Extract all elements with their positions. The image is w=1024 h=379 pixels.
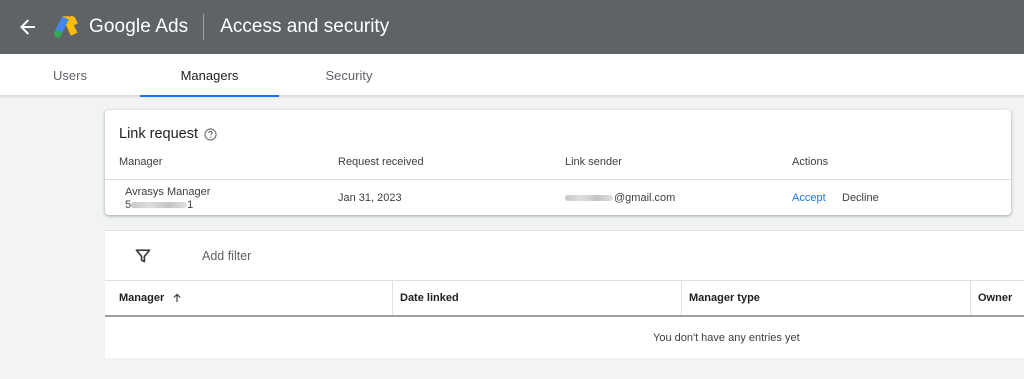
google-ads-logo-icon — [53, 16, 78, 38]
add-filter-button[interactable]: Add filter — [202, 249, 251, 263]
redacted-email-blur — [565, 195, 613, 201]
arrow-left-icon — [20, 19, 35, 35]
column-header-manager: Manager — [119, 156, 163, 168]
column-header-owner[interactable]: Owner — [978, 281, 1012, 315]
tab-security[interactable]: Security — [279, 54, 419, 96]
request-manager-name: Avrasys Manager — [125, 186, 211, 198]
request-received-date: Jan 31, 2023 — [338, 192, 402, 204]
column-divider — [681, 281, 682, 315]
filter-bar: Add filter — [105, 231, 1024, 281]
header-divider — [203, 14, 205, 40]
page-title: Access and security — [220, 16, 390, 37]
managers-table: Add filter Manager Date linked Manager t… — [105, 230, 1024, 358]
tab-users[interactable]: Users — [0, 54, 140, 96]
manager-header-label: Manager — [119, 292, 165, 304]
column-header-date-linked[interactable]: Date linked — [400, 281, 459, 315]
column-header-actions: Actions — [792, 156, 829, 168]
sort-ascending-icon — [173, 293, 181, 302]
app-header: Google Ads Access and security — [0, 0, 1024, 54]
help-circle-icon[interactable] — [204, 127, 217, 141]
accept-button[interactable]: Accept — [792, 192, 826, 204]
link-request-title: Link request — [119, 126, 217, 142]
google-ads-logo[interactable]: Google Ads — [53, 15, 188, 39]
link-request-title-text: Link request — [119, 126, 198, 142]
back-button[interactable] — [18, 17, 38, 37]
link-request-card: Link request Manager Request received Li… — [105, 110, 1011, 215]
card-divider — [105, 179, 1011, 180]
decline-button[interactable]: Decline — [842, 192, 879, 204]
request-manager-id: 5 1 — [125, 199, 193, 211]
filter-icon[interactable] — [135, 248, 151, 264]
tab-managers[interactable]: Managers — [140, 54, 279, 97]
sender-email-suffix: @gmail.com — [614, 192, 676, 204]
link-sender-email: @gmail.com — [565, 192, 675, 204]
column-divider — [392, 281, 393, 315]
brand-name: Google Ads — [89, 16, 189, 37]
column-header-manager-type[interactable]: Manager type — [689, 281, 760, 315]
table-header: Manager Date linked Manager type Owner — [105, 281, 1024, 317]
column-header-request-received: Request received — [338, 156, 424, 168]
empty-state-message: You don't have any entries yet — [105, 332, 1024, 344]
column-header-manager-sortable[interactable]: Manager — [119, 281, 182, 315]
column-header-link-sender: Link sender — [565, 156, 622, 168]
redacted-id-blur — [131, 202, 188, 208]
manager-id-suffix: 1 — [187, 199, 194, 211]
empty-state-text: You don't have any entries yet — [653, 332, 800, 344]
tab-bar: Users Managers Security — [0, 54, 1024, 97]
column-divider — [970, 281, 971, 315]
